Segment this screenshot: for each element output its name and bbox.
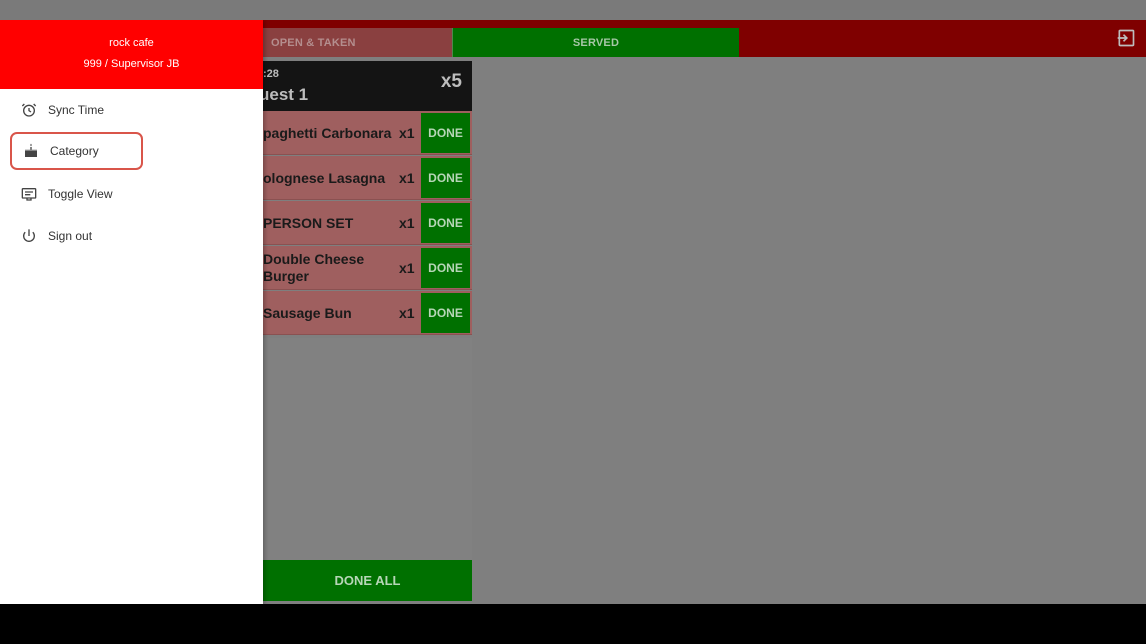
store-name: rock cafe bbox=[109, 37, 154, 49]
tab-open-taken[interactable]: OPEN & TAKEN bbox=[263, 28, 452, 57]
exit-icon[interactable] bbox=[1116, 28, 1136, 48]
order-card: :28 uest 1 x5 paghetti Carbonara x1 DONE… bbox=[259, 61, 472, 338]
item-qty: x1 bbox=[399, 170, 415, 186]
done-button[interactable]: DONE bbox=[421, 203, 470, 243]
item-name: Double Cheese Burger bbox=[263, 251, 365, 284]
item-qty: x1 bbox=[399, 260, 415, 276]
status-bar bbox=[0, 0, 1146, 20]
order-item: olognese Lasagna x1 DONE bbox=[263, 156, 472, 200]
item-name: olognese Lasagna bbox=[263, 169, 386, 186]
system-nav-bar bbox=[0, 604, 1146, 644]
screen: OPEN & TAKEN SERVED :28 uest 1 x5 paghet… bbox=[0, 0, 1146, 644]
cake-icon bbox=[23, 143, 39, 159]
menu-label: Sign out bbox=[48, 229, 93, 243]
order-item: paghetti Carbonara x1 DONE bbox=[263, 111, 472, 155]
order-card-body bbox=[263, 338, 472, 560]
item-qty: x1 bbox=[399, 305, 415, 321]
done-button[interactable]: DONE bbox=[421, 293, 470, 333]
navigation-drawer: rock cafe 999 / Supervisor JB Sync Time bbox=[0, 20, 263, 604]
order-guest: uest 1 bbox=[259, 85, 309, 104]
order-header: :28 uest 1 x5 bbox=[259, 61, 472, 111]
user-info: 999 / Supervisor JB bbox=[83, 58, 180, 70]
menu-item-sync-time[interactable]: Sync Time bbox=[10, 91, 143, 129]
kitchen-app: OPEN & TAKEN SERVED :28 uest 1 x5 paghet… bbox=[0, 20, 1146, 604]
done-button[interactable]: DONE bbox=[421, 113, 470, 153]
power-icon bbox=[21, 228, 37, 244]
tab-served[interactable]: SERVED bbox=[452, 28, 739, 57]
item-name: PERSON SET bbox=[263, 214, 354, 231]
drawer-header: rock cafe 999 / Supervisor JB bbox=[0, 20, 263, 89]
order-item: Double Cheese Burger x1 DONE bbox=[263, 246, 472, 290]
order-item: PERSON SET x1 DONE bbox=[263, 201, 472, 245]
menu-label: Category bbox=[50, 144, 99, 158]
item-name: Sausage Bun bbox=[263, 304, 352, 321]
done-button[interactable]: DONE bbox=[421, 158, 470, 198]
order-count: x5 bbox=[440, 71, 462, 92]
menu-item-category[interactable]: Category bbox=[10, 132, 143, 170]
order-item: Sausage Bun x1 DONE bbox=[263, 291, 472, 335]
menu-item-toggle-view[interactable]: Toggle View bbox=[10, 175, 143, 213]
done-all-button[interactable]: DONE ALL bbox=[263, 560, 472, 601]
subtitles-icon bbox=[21, 186, 37, 202]
menu-label: Sync Time bbox=[48, 103, 105, 117]
menu-label: Toggle View bbox=[48, 187, 113, 201]
item-name: paghetti Carbonara bbox=[263, 124, 392, 141]
menu-item-sign-out[interactable]: Sign out bbox=[10, 217, 143, 255]
item-qty: x1 bbox=[399, 125, 415, 141]
item-qty: x1 bbox=[399, 215, 415, 231]
order-time: :28 bbox=[263, 68, 279, 80]
alarm-clock-icon bbox=[21, 102, 37, 118]
done-button[interactable]: DONE bbox=[421, 248, 470, 288]
